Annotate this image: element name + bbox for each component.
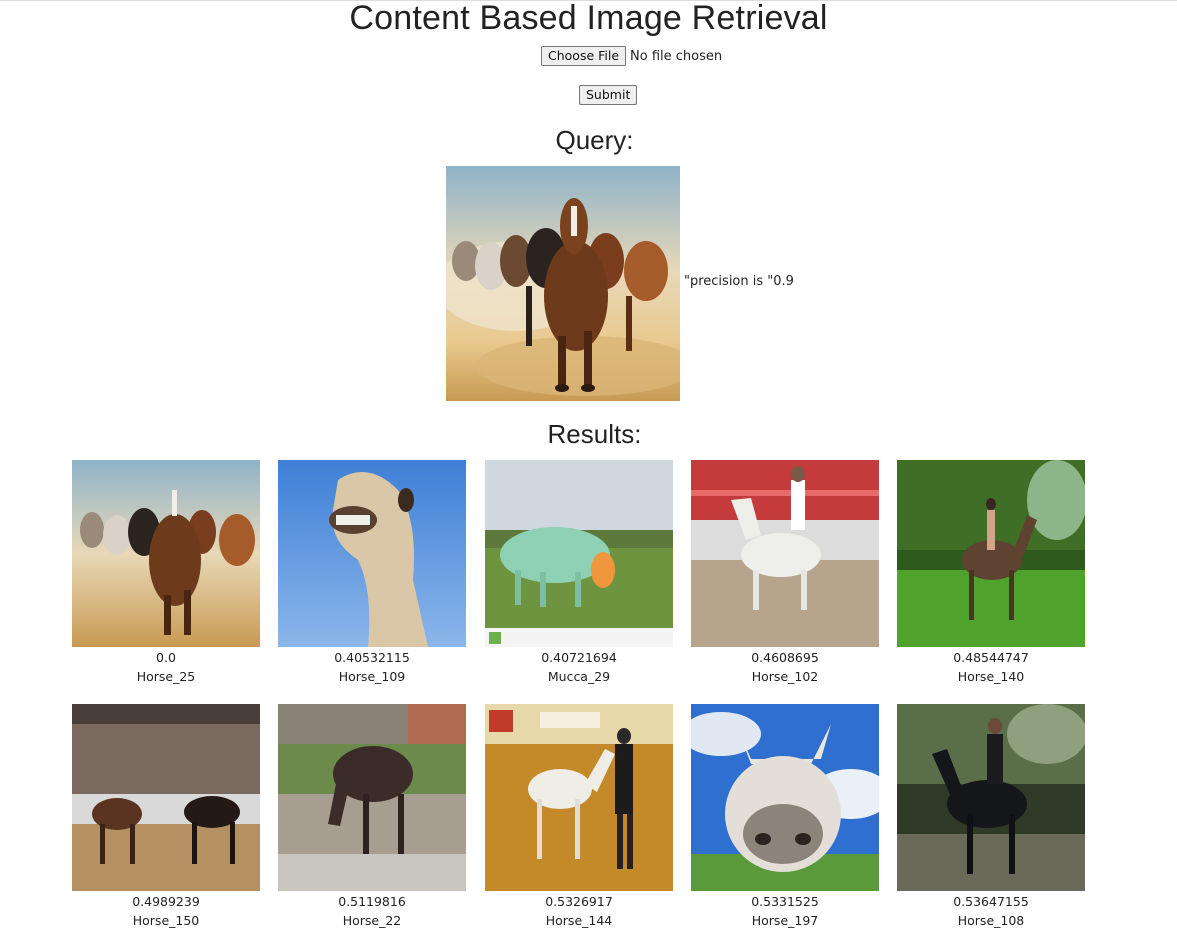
result-label: Horse_25	[136, 669, 196, 684]
result-label: Mucca_29	[547, 669, 611, 684]
result-item: 0.40721694 Mucca_29	[485, 460, 673, 686]
page-title: Content Based Image Retrieval	[349, 0, 828, 37]
result-score: 0.5331525	[751, 894, 819, 909]
result-score: 0.5326917	[545, 894, 613, 909]
result-thumbnail[interactable]	[485, 704, 673, 891]
result-thumbnail[interactable]	[72, 460, 260, 647]
result-label: Horse_102	[751, 669, 819, 684]
result-label: Horse_140	[957, 669, 1025, 684]
result-item: 0.5331525 Horse_197	[691, 704, 879, 930]
result-thumbnail[interactable]	[897, 460, 1085, 647]
result-score: 0.48544747	[953, 650, 1029, 665]
result-item: 0.5119816 Horse_22	[278, 704, 466, 930]
page: Content Based Image Retrieval Choose Fil…	[0, 0, 1177, 932]
result-thumbnail[interactable]	[485, 460, 673, 647]
result-score: 0.53647155	[953, 894, 1029, 909]
result-score: 0.4989239	[132, 894, 200, 909]
submit-wrap: Submit	[579, 85, 638, 105]
result-label: Horse_150	[132, 913, 200, 928]
result-score: 0.5119816	[338, 894, 406, 909]
result-item: 0.48544747 Horse_140	[897, 460, 1085, 686]
result-thumbnail[interactable]	[278, 704, 466, 891]
result-score: 0.40721694	[541, 650, 617, 665]
query-image	[446, 166, 680, 401]
result-item: 0.0 Horse_25	[72, 460, 260, 686]
precision-text: "precision is "0.9	[684, 274, 794, 289]
results-heading: Results:	[547, 419, 642, 449]
result-label: Horse_22	[342, 913, 402, 928]
result-label: Horse_144	[545, 913, 613, 928]
result-thumbnail[interactable]	[278, 460, 466, 647]
result-item: 0.40532115 Horse_109	[278, 460, 466, 686]
result-item: 0.4608695 Horse_102	[691, 460, 879, 686]
file-upload: Choose File No file chosen	[541, 45, 722, 67]
result-label: Horse_109	[338, 669, 406, 684]
query-heading: Query:	[555, 125, 634, 155]
result-thumbnail[interactable]	[691, 460, 879, 647]
result-thumbnail[interactable]	[897, 704, 1085, 891]
result-item: 0.5326917 Horse_144	[485, 704, 673, 930]
result-label: Horse_108	[957, 913, 1025, 928]
result-thumbnail[interactable]	[691, 704, 879, 891]
file-status: No file chosen	[630, 48, 723, 64]
result-item: 0.4989239 Horse_150	[72, 704, 260, 930]
result-score: 0.0	[156, 650, 176, 665]
result-item: 0.53647155 Horse_108	[897, 704, 1085, 930]
result-label: Horse_197	[751, 913, 819, 928]
result-score: 0.4608695	[751, 650, 819, 665]
result-thumbnail[interactable]	[72, 704, 260, 891]
submit-button[interactable]: Submit	[579, 85, 638, 105]
result-score: 0.40532115	[334, 650, 410, 665]
choose-file-button[interactable]: Choose File	[541, 46, 627, 66]
